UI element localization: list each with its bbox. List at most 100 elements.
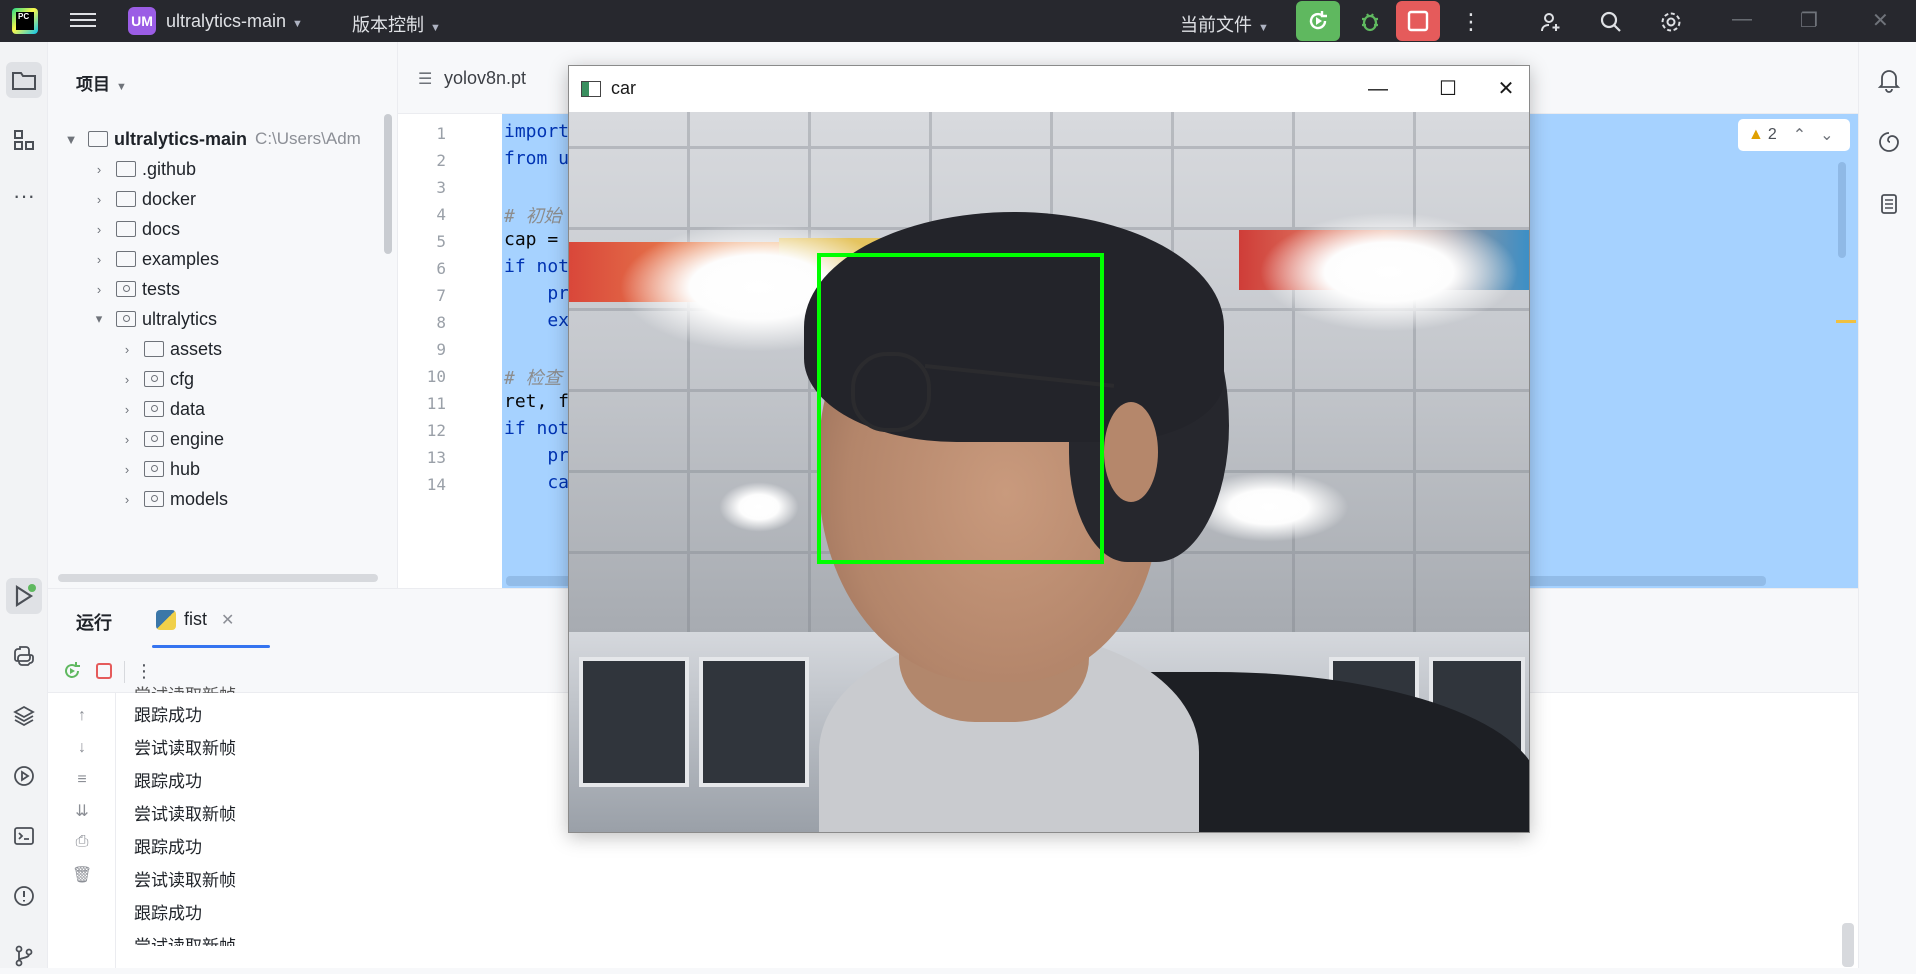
tree-item-path: C:\Users\Adm — [255, 129, 361, 148]
chevron-down-icon[interactable]: ⌄ — [1820, 125, 1833, 145]
tree-item-cfg[interactable]: › cfg — [120, 364, 194, 394]
add-user-icon[interactable] — [1538, 9, 1564, 35]
more-tools-icon[interactable]: ··· — [6, 178, 42, 214]
structure-tool-icon[interactable] — [6, 122, 42, 158]
soft-wrap-icon[interactable]: ≡ — [72, 771, 92, 791]
code-line[interactable]: # 初始 — [504, 202, 562, 228]
chevron-right-icon: › — [96, 191, 102, 207]
code-line[interactable]: ca — [504, 472, 569, 493]
tree-item-github[interactable]: › .github — [92, 154, 196, 184]
vcs-menu[interactable]: 版本控制 ▼ — [352, 11, 441, 37]
left-tool-strip: ··· — [0, 42, 48, 974]
search-icon[interactable] — [1598, 9, 1624, 35]
tree-item-label: ultralytics — [142, 308, 218, 329]
more-actions-icon[interactable]: ⋮ — [1458, 9, 1484, 35]
main-menu-icon[interactable] — [70, 9, 96, 33]
database-icon[interactable] — [1875, 190, 1903, 218]
notifications-bell-icon[interactable] — [1875, 66, 1903, 94]
code-line[interactable]: pr — [504, 445, 569, 466]
code-line[interactable]: ret, f — [504, 391, 569, 412]
console-scrollbar[interactable] — [1842, 923, 1854, 967]
print-icon[interactable]: ⎙ — [72, 833, 92, 853]
code-line[interactable]: cap = — [504, 229, 569, 250]
window-app-icon — [581, 81, 601, 97]
close-tab-icon[interactable]: ✕ — [221, 610, 234, 630]
ceiling-light — [719, 482, 799, 532]
tree-item-data[interactable]: › data — [120, 394, 205, 424]
stop-icon[interactable] — [92, 659, 116, 683]
debug-button[interactable] — [1348, 1, 1392, 41]
pycharm-logo-icon[interactable]: PC — [12, 8, 38, 34]
services-icon[interactable] — [6, 758, 42, 794]
tree-item-docker[interactable]: › docker — [92, 184, 196, 214]
line-number: 5 — [436, 232, 446, 251]
scroll-up-arrow-icon[interactable]: ↑ — [72, 707, 92, 727]
rerun-button[interactable] — [1296, 1, 1340, 41]
close-icon[interactable]: ✕ — [1872, 8, 1889, 33]
code-line[interactable]: import — [504, 121, 569, 142]
tree-item-hub[interactable]: › hub — [120, 454, 200, 484]
settings-gear-icon[interactable] — [1658, 9, 1684, 35]
opencv-window[interactable]: car — ☐ ✕ — [568, 65, 1530, 833]
warning-icon: ▲ — [1748, 126, 1764, 143]
code-line[interactable]: pr — [504, 283, 569, 304]
code-line[interactable]: ex — [504, 310, 569, 331]
layers-icon[interactable] — [6, 698, 42, 734]
rerun-icon[interactable] — [60, 659, 84, 683]
chevron-down-icon: ▼ — [292, 18, 303, 30]
ceiling-light — [1259, 212, 1519, 332]
editor-vertical-scrollbar[interactable] — [1838, 162, 1846, 258]
python-console-icon[interactable] — [6, 638, 42, 674]
project-tool-icon[interactable] — [6, 62, 42, 98]
problems-icon[interactable] — [6, 878, 42, 914]
tree-item-models[interactable]: › models — [120, 484, 228, 514]
folder-icon — [144, 341, 164, 357]
scroll-down-arrow-icon[interactable]: ↓ — [72, 739, 92, 759]
tree-item-tests[interactable]: › tests — [92, 274, 180, 304]
terminal-icon[interactable] — [6, 818, 42, 854]
run-config-selector[interactable]: 当前文件 ▼ — [1180, 11, 1269, 37]
code-line[interactable]: # 检查 — [504, 364, 562, 390]
project-switcher[interactable]: ultralytics-main ▼ — [166, 11, 303, 32]
code-line[interactable]: if not — [504, 418, 569, 439]
maximize-icon[interactable]: ☐ — [1425, 72, 1471, 106]
project-badge[interactable]: UM — [128, 7, 156, 35]
opencv-window-titlebar[interactable]: car — ☐ ✕ — [569, 66, 1529, 112]
tree-item-engine[interactable]: › engine — [120, 424, 224, 454]
run-tab-fist[interactable]: fist ✕ — [156, 609, 234, 630]
run-tool-icon[interactable] — [6, 578, 42, 614]
tree-item-label: .github — [142, 158, 197, 179]
more-options-icon[interactable]: ⋮ — [132, 659, 156, 683]
close-icon[interactable]: ✕ — [1483, 72, 1529, 106]
project-vertical-scrollbar[interactable] — [384, 114, 392, 254]
scroll-to-end-icon[interactable]: ⇊ — [72, 801, 92, 821]
package-folder-icon — [144, 461, 164, 477]
person-ear — [1104, 402, 1158, 502]
code-line[interactable]: if not — [504, 256, 569, 277]
inspection-widget[interactable]: ▲ 2 ⌃ ⌄ — [1738, 119, 1850, 151]
chevron-down-icon: ▼ — [430, 22, 441, 34]
trash-icon[interactable]: 🗑 — [72, 865, 92, 885]
stop-button[interactable] — [1396, 1, 1440, 41]
package-folder-icon — [116, 281, 136, 297]
project-panel-header[interactable]: 项目 ▼ — [76, 70, 127, 95]
editor-tab[interactable]: ☰ yolov8n.pt — [418, 68, 526, 89]
minimize-icon[interactable]: — — [1355, 72, 1401, 106]
minimize-icon[interactable]: — — [1732, 8, 1752, 31]
code-line[interactable]: from u — [504, 148, 569, 169]
chevron-right-icon: › — [124, 461, 130, 477]
tree-item-ultralytics[interactable]: ▾ ultralytics — [92, 304, 217, 334]
chevron-up-icon[interactable]: ⌃ — [1793, 125, 1806, 145]
project-horizontal-scrollbar[interactable] — [58, 574, 378, 582]
project-panel-title: 项目 — [76, 75, 110, 94]
console-output-line: 跟踪成功 — [134, 706, 202, 726]
warning-marker[interactable] — [1836, 320, 1856, 323]
tree-item-examples[interactable]: › examples — [92, 244, 219, 274]
restore-icon[interactable]: ❐ — [1800, 8, 1818, 33]
tree-item-docs[interactable]: › docs — [92, 214, 180, 244]
right-tool-strip — [1858, 42, 1916, 974]
tree-item-root[interactable]: ▼ ultralytics-main C:\Users\Adm — [64, 124, 361, 154]
ai-assistant-icon[interactable] — [1875, 128, 1903, 156]
tree-item-assets[interactable]: › assets — [120, 334, 222, 364]
chevron-down-icon: ▼ — [116, 81, 127, 93]
